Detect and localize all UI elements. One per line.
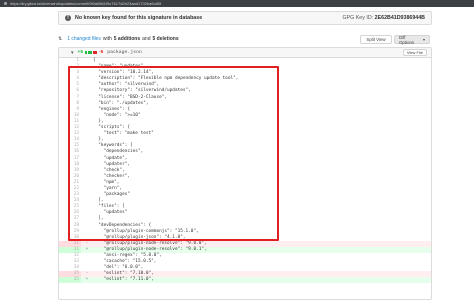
file-diff-box: ▾ +5 -5 package.json View File 1{2 "name… bbox=[58, 47, 432, 300]
signature-message: No known key found for this signature in… bbox=[75, 15, 203, 21]
diff-stat-del-bar bbox=[95, 51, 97, 54]
url-text[interactable]: https://try.gitea.io/silverwind/updates/… bbox=[10, 1, 161, 6]
file-deleted-count: -5 bbox=[99, 50, 104, 55]
line-number[interactable]: 35 bbox=[59, 277, 81, 284]
diff-code: 1{2 "name": "updates", 3 "version": "10.2… bbox=[59, 58, 431, 284]
diff-stat-bars bbox=[85, 51, 97, 54]
gpg-key-info: GPG Key ID: 2E62B41D9386944B bbox=[343, 15, 425, 21]
file-header[interactable]: ▾ +5 -5 package.json View File bbox=[59, 48, 431, 58]
signature-banner: ! No known key found for this signature … bbox=[58, 11, 432, 25]
diff-options-button[interactable]: Diff Options ▾ bbox=[394, 34, 430, 45]
diff-options-label: Diff Options bbox=[399, 34, 415, 45]
file-name: package.json bbox=[107, 50, 142, 55]
summary-with: with bbox=[102, 36, 112, 42]
browser-address-bar[interactable]: https://try.gitea.io/silverwind/updates/… bbox=[0, 0, 474, 7]
split-view-button[interactable]: Split View bbox=[360, 35, 392, 44]
file-added-count: +5 bbox=[77, 50, 83, 55]
commit-page: ! No known key found for this signature … bbox=[0, 7, 474, 300]
diff-sign: + bbox=[85, 277, 89, 283]
collapse-chevron-icon[interactable]: ▾ bbox=[71, 50, 74, 56]
chevron-down-icon: ▾ bbox=[422, 37, 425, 42]
code-text: "eslint": "7.11.0", bbox=[93, 277, 154, 283]
summary-deletions: 5 deletions bbox=[152, 36, 179, 42]
diff-summary: ⇅ 1 changed files with 5 additions and 5… bbox=[58, 35, 181, 43]
lock-icon bbox=[4, 2, 7, 5]
gpg-key-id: 2E62B41D9386944B bbox=[374, 15, 425, 21]
diff-line: 35 + "eslint": "7.11.0", bbox=[59, 277, 431, 284]
gpg-key-label: GPG Key ID: bbox=[342, 15, 374, 21]
summary-additions: 5 additions bbox=[113, 36, 141, 42]
view-file-button[interactable]: View File bbox=[402, 49, 427, 56]
file-diff-icon: ⇅ bbox=[58, 36, 63, 42]
changed-files-link[interactable]: 1 changed files bbox=[67, 36, 101, 42]
warning-icon: ! bbox=[65, 15, 71, 21]
summary-and: and bbox=[142, 36, 151, 42]
